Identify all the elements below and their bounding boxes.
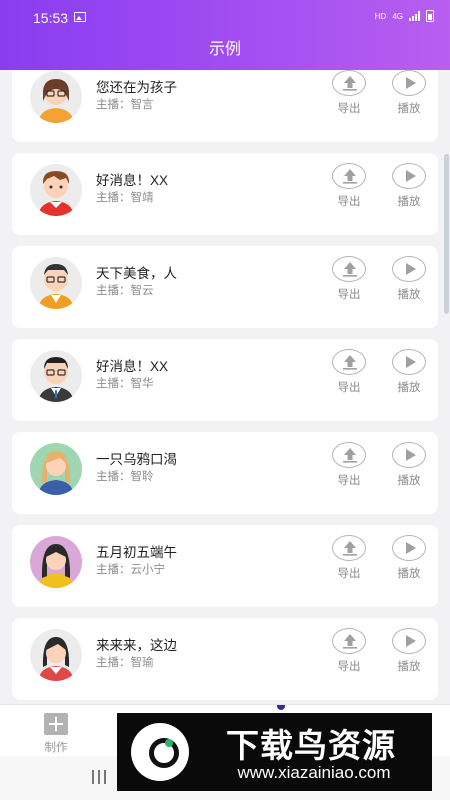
list-item: 五月初五端午 主播：云小宁 导出 播放 (12, 525, 438, 607)
export-button[interactable]: 导出 (326, 535, 370, 587)
recent-apps-icon[interactable] (92, 770, 106, 784)
play-icon (392, 349, 426, 375)
play-button[interactable]: 播放 (386, 349, 430, 401)
export-label: 导出 (337, 196, 361, 208)
item-title: 好消息！XX (96, 359, 169, 374)
list-item: 您还在为孩子 主播：智言 导出 播放 (12, 70, 438, 142)
status-indicators: HD 4G (375, 10, 434, 22)
play-icon (392, 628, 426, 654)
app-header: 15:53 HD 4G 示例 (0, 0, 450, 70)
nav-make-tab[interactable]: 制作 (30, 711, 82, 755)
signal-icon (409, 11, 420, 21)
item-title: 五月初五端午 (96, 545, 177, 560)
play-icon (392, 70, 426, 96)
item-host: 主播：智靖 (96, 192, 154, 204)
example-list[interactable]: 您还在为孩子 主播：智言 导出 播放 好消息！XX 主播：智靖 导出 播放 天下… (0, 70, 450, 704)
signal-type: 4G (392, 11, 403, 21)
play-label: 播放 (397, 568, 421, 580)
boy-avatar (30, 164, 82, 216)
export-button[interactable]: 导出 (326, 163, 370, 215)
watermark-url: www.xiazainiao.com (237, 763, 391, 782)
play-button[interactable]: 播放 (386, 535, 430, 587)
export-label: 导出 (337, 661, 361, 673)
network-type: HD (374, 11, 387, 21)
item-host: 主播：云小宁 (96, 564, 165, 576)
bird-logo-icon (131, 723, 189, 781)
list-scrollbar[interactable] (444, 154, 449, 314)
photo-notification-icon (74, 12, 86, 22)
woman-glasses-avatar (30, 71, 82, 123)
item-host: 主播：智言 (96, 99, 154, 111)
status-bar: 15:53 HD 4G (0, 0, 450, 34)
play-label: 播放 (397, 382, 421, 394)
item-title: 一只乌鸦口渴 (96, 452, 177, 467)
upload-icon (332, 163, 366, 189)
upload-icon (332, 70, 366, 96)
play-icon (392, 163, 426, 189)
play-label: 播放 (397, 475, 421, 487)
play-button[interactable]: 播放 (386, 442, 430, 494)
list-item: 天下美食，人 主播：智云 导出 播放 (12, 246, 438, 328)
man-suit-avatar (30, 350, 82, 402)
play-label: 播放 (397, 196, 421, 208)
item-title: 您还在为孩子 (96, 80, 177, 95)
watermark-title: 下载鸟资源 (226, 727, 396, 764)
list-item: 来来来，这边 主播：智瑜 导出 播放 (12, 618, 438, 700)
export-button[interactable]: 导出 (326, 70, 370, 122)
play-icon (392, 256, 426, 282)
upload-icon (332, 442, 366, 468)
export-button[interactable]: 导出 (326, 256, 370, 308)
item-host: 主播：智华 (96, 378, 154, 390)
export-label: 导出 (337, 568, 361, 580)
girl-avatar (30, 536, 82, 588)
upload-icon (332, 628, 366, 654)
export-button[interactable]: 导出 (326, 349, 370, 401)
play-button[interactable]: 播放 (386, 256, 430, 308)
nav-make-label: 制作 (44, 742, 68, 754)
page-title: 示例 (208, 41, 241, 58)
nav-indicator (277, 705, 285, 710)
play-label: 播放 (397, 661, 421, 673)
woman-red-avatar (30, 629, 82, 681)
add-icon (44, 713, 68, 735)
export-label: 导出 (337, 289, 361, 301)
export-label: 导出 (337, 475, 361, 487)
item-title: 好消息！XX (96, 173, 169, 188)
item-host: 主播：智瑜 (96, 657, 154, 669)
upload-icon (332, 349, 366, 375)
blonde-woman-avatar (30, 443, 82, 495)
upload-icon (332, 256, 366, 282)
upload-icon (332, 535, 366, 561)
play-icon (392, 535, 426, 561)
watermark-banner: 下载鸟资源 www.xiazainiao.com (117, 713, 432, 791)
play-button[interactable]: 播放 (386, 70, 430, 122)
export-label: 导出 (337, 382, 361, 394)
status-time: 15:53 (33, 10, 69, 26)
play-button[interactable]: 播放 (386, 163, 430, 215)
man-glasses-orange-avatar (30, 257, 82, 309)
play-label: 播放 (397, 103, 421, 115)
export-button[interactable]: 导出 (326, 628, 370, 680)
item-title: 天下美食，人 (96, 266, 177, 281)
play-icon (392, 442, 426, 468)
list-item: 好消息！XX 主播：智靖 导出 播放 (12, 153, 438, 235)
export-label: 导出 (337, 103, 361, 115)
item-title: 来来来，这边 (96, 638, 177, 653)
list-item: 好消息！XX 主播：智华 导出 播放 (12, 339, 438, 421)
battery-icon (426, 10, 434, 22)
list-item: 一只乌鸦口渴 主播：智聆 导出 播放 (12, 432, 438, 514)
play-button[interactable]: 播放 (386, 628, 430, 680)
export-button[interactable]: 导出 (326, 442, 370, 494)
item-host: 主播：智云 (96, 285, 154, 297)
item-host: 主播：智聆 (96, 471, 154, 483)
play-label: 播放 (397, 289, 421, 301)
